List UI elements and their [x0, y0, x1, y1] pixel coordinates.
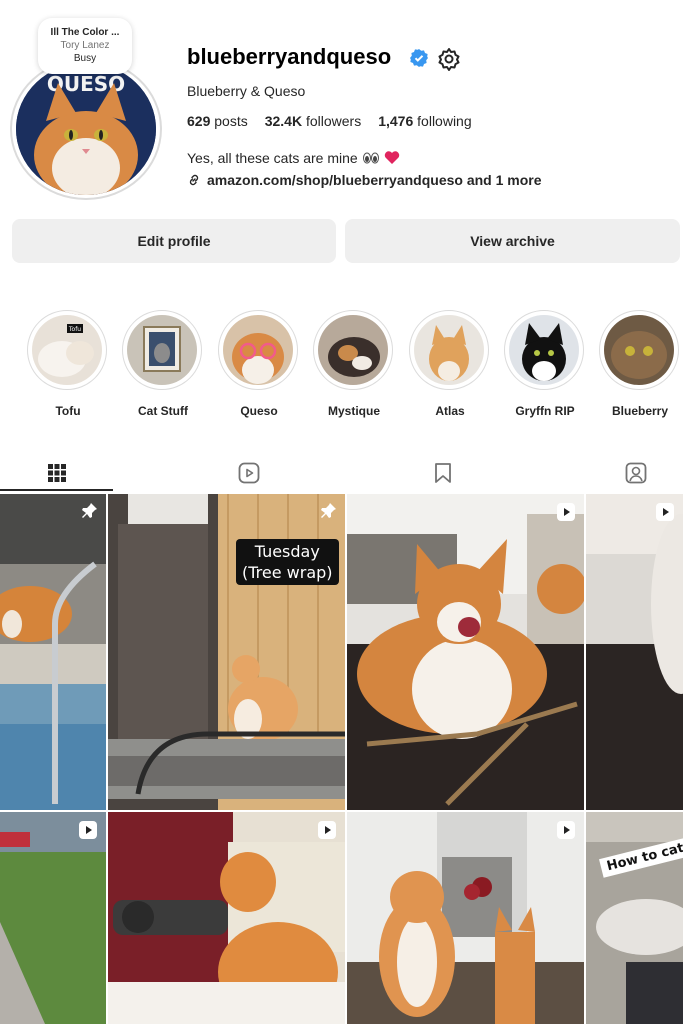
verified-badge-icon: [410, 49, 428, 72]
highlight-cover: [414, 315, 484, 385]
profile-stats: 629 posts 32.4K followers 1,476 followin…: [187, 113, 472, 129]
profile-link-text[interactable]: amazon.com/shop/blueberryandqueso and 1 …: [207, 172, 542, 188]
highlight-cover: [604, 315, 674, 385]
highlight-label: Cat Stuff: [138, 404, 188, 418]
post-tile[interactable]: Tuesday (Tree wrap): [108, 494, 345, 810]
post-tile[interactable]: [0, 812, 106, 1024]
profile-link[interactable]: amazon.com/shop/blueberryandqueso and 1 …: [187, 172, 542, 188]
followers-label: followers: [305, 113, 362, 129]
reel-icon: [557, 503, 575, 521]
pinned-icon: [321, 503, 336, 518]
highlight-label: Gryffn RIP: [515, 404, 575, 418]
reel-icon: [79, 821, 97, 839]
highlight-atlas[interactable]: Atlas: [409, 310, 491, 418]
post-tile[interactable]: How to cat: [586, 812, 683, 1024]
bio: Yes, all these cats are mine: [187, 150, 400, 166]
following-label: following: [417, 113, 472, 129]
posts-count: 629: [187, 113, 211, 129]
post-tile[interactable]: [347, 494, 584, 810]
following-count: 1,476: [378, 113, 414, 129]
highlight-label: Mystique: [327, 404, 380, 418]
highlight-label: Blueberry: [611, 404, 669, 418]
highlight-cover: [318, 315, 388, 385]
tab-saved[interactable]: [428, 458, 458, 488]
highlight-gryffn-rip[interactable]: Gryffn RIP: [504, 310, 586, 418]
highlight-queso[interactable]: Queso: [218, 310, 300, 418]
highlight-cover: Tofu: [32, 315, 102, 385]
reel-icon: [557, 821, 575, 839]
display-name: Blueberry & Queso: [187, 83, 306, 99]
view-archive-button[interactable]: View archive: [345, 219, 680, 263]
post-tile[interactable]: [108, 812, 345, 1024]
reel-icon: [656, 503, 674, 521]
highlight-ring: Tofu: [27, 310, 107, 390]
highlight-tag: Tofu: [68, 326, 81, 333]
note-status: Busy: [73, 53, 97, 64]
tagged-icon: [625, 462, 647, 484]
following-stat[interactable]: 1,476 following: [378, 113, 471, 129]
highlight-mystique[interactable]: Mystique: [313, 310, 395, 418]
highlight-cover: [127, 315, 197, 385]
bio-text: Yes, all these cats are mine: [187, 150, 358, 166]
post-tile[interactable]: [0, 494, 106, 810]
tab-tagged[interactable]: [621, 458, 651, 488]
tab-reels[interactable]: [234, 458, 264, 488]
note-title: Ill The Color ...: [50, 27, 120, 38]
username: blueberryandqueso: [187, 44, 392, 69]
posts-stat: 629 posts: [187, 113, 248, 129]
highlight-ring: [504, 310, 584, 390]
post-tile[interactable]: [347, 812, 584, 1024]
highlight-ring: [599, 310, 679, 390]
settings-gear-icon[interactable]: [437, 47, 461, 76]
heart-emoji-icon: [384, 151, 399, 164]
highlight-ring: [122, 310, 202, 390]
caption-line-2: (Tree wrap): [242, 563, 333, 582]
highlight-cat-stuff[interactable]: Cat Stuff: [122, 310, 204, 418]
note-artist: Tory Lanez: [60, 40, 110, 51]
followers-count: 32.4K: [264, 113, 303, 129]
highlight-cover: [509, 315, 579, 385]
avatar[interactable]: QUESO: [16, 63, 156, 195]
post-caption: Tuesday (Tree wrap): [236, 539, 339, 585]
posts-label: posts: [214, 113, 248, 129]
posts-grid-icon: [48, 464, 66, 482]
saved-icon: [435, 463, 451, 483]
post-tile[interactable]: [586, 494, 683, 810]
link-icon: [189, 174, 199, 186]
tab-posts[interactable]: [42, 458, 72, 488]
note-bubble[interactable]: Ill The Color ... Tory Lanez Busy: [38, 18, 132, 74]
highlight-tofu[interactable]: Tofu Tofu: [27, 310, 109, 418]
highlight-blueberry[interactable]: Blueberry: [599, 310, 681, 418]
followers-stat[interactable]: 32.4K followers: [265, 113, 362, 129]
highlight-cover: [223, 315, 293, 385]
highlight-ring: [409, 310, 489, 390]
highlight-ring: [218, 310, 298, 390]
edit-profile-button[interactable]: Edit profile: [12, 219, 336, 263]
reel-icon: [318, 821, 336, 839]
highlight-label: Atlas: [435, 404, 465, 418]
reels-icon: [238, 462, 260, 484]
highlight-ring: [313, 310, 393, 390]
highlight-label: Tofu: [55, 404, 81, 418]
cat-eyes-emoji-icon: [362, 152, 379, 164]
pinned-icon: [82, 503, 97, 518]
active-tab-indicator: [0, 489, 113, 491]
highlight-label: Queso: [240, 404, 278, 418]
caption-line-1: Tuesday: [254, 542, 320, 561]
